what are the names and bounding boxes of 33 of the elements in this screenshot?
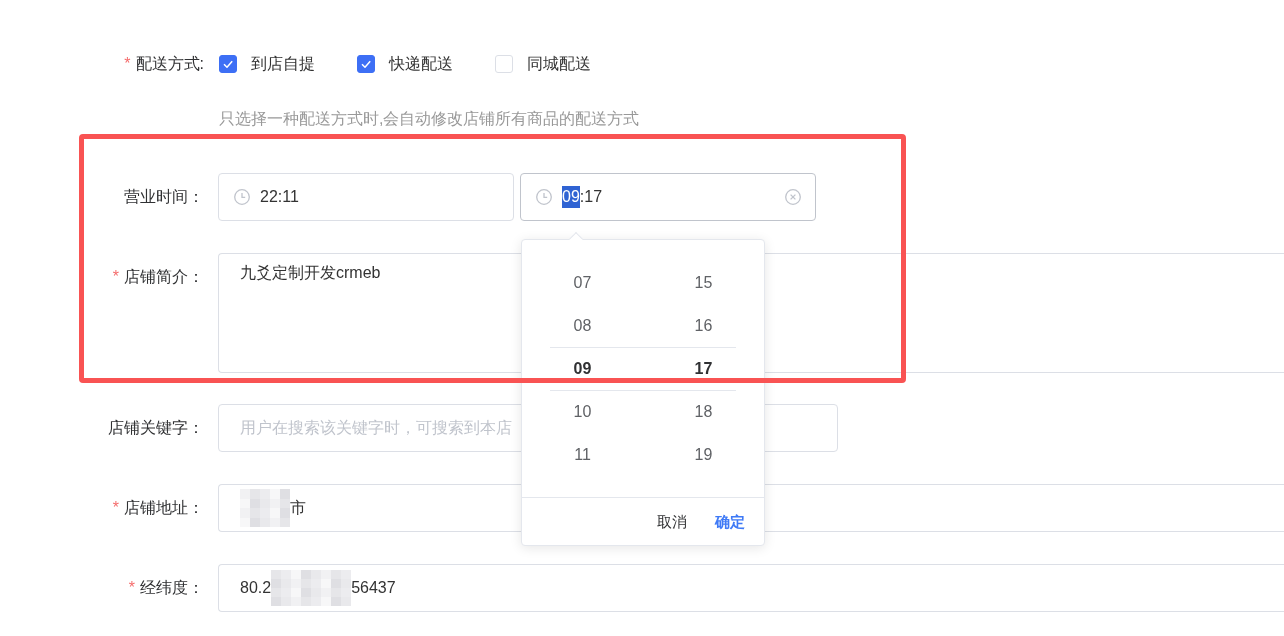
coordinates-input[interactable]: 80.2 56437 [218,564,1284,612]
option-label[interactable]: 快递配送 [389,52,453,76]
required-mark: * [112,267,119,287]
required-mark: * [128,578,135,598]
time-input[interactable]: 22:11 [218,173,514,221]
checkmark-icon [361,60,371,68]
selected-text: 09 [562,186,580,208]
field-label: 营业时间： [124,187,204,207]
clear-icon [785,189,801,205]
time-text: :17 [579,187,603,207]
field-text: 市 [290,498,306,518]
field-label: 店铺关键字： [108,418,204,438]
placeholder-text: 用户在搜索该关键字时，可搜索到本店 [240,418,512,438]
clock-icon [234,189,250,205]
option-label[interactable]: 到店自提 [251,52,315,76]
pixelated-blur [240,489,290,527]
checkmark-icon [223,60,233,68]
field-label: 店铺简介： [124,267,204,287]
time-input[interactable]: 09:17 [520,173,816,221]
field-text: 56437 [351,578,396,598]
option-label[interactable]: 同城配送 [527,52,591,76]
checkbox[interactable] [219,55,237,73]
field-text: 九爻定制开发crmeb [240,264,381,281]
field-text: 80.2 [240,578,272,598]
checkbox[interactable] [357,55,375,73]
field-label: 店铺地址： [124,498,204,518]
field-label: 配送方式: [135,54,204,74]
field-label: 经纬度： [140,578,204,598]
required-mark: * [124,54,131,74]
required-mark: * [112,498,119,518]
clock-icon [536,189,552,205]
hint-text: 只选择一种配送方式时,会自动修改店铺所有商品的配送方式 [219,109,640,129]
time-text: 22:11 [260,187,299,207]
